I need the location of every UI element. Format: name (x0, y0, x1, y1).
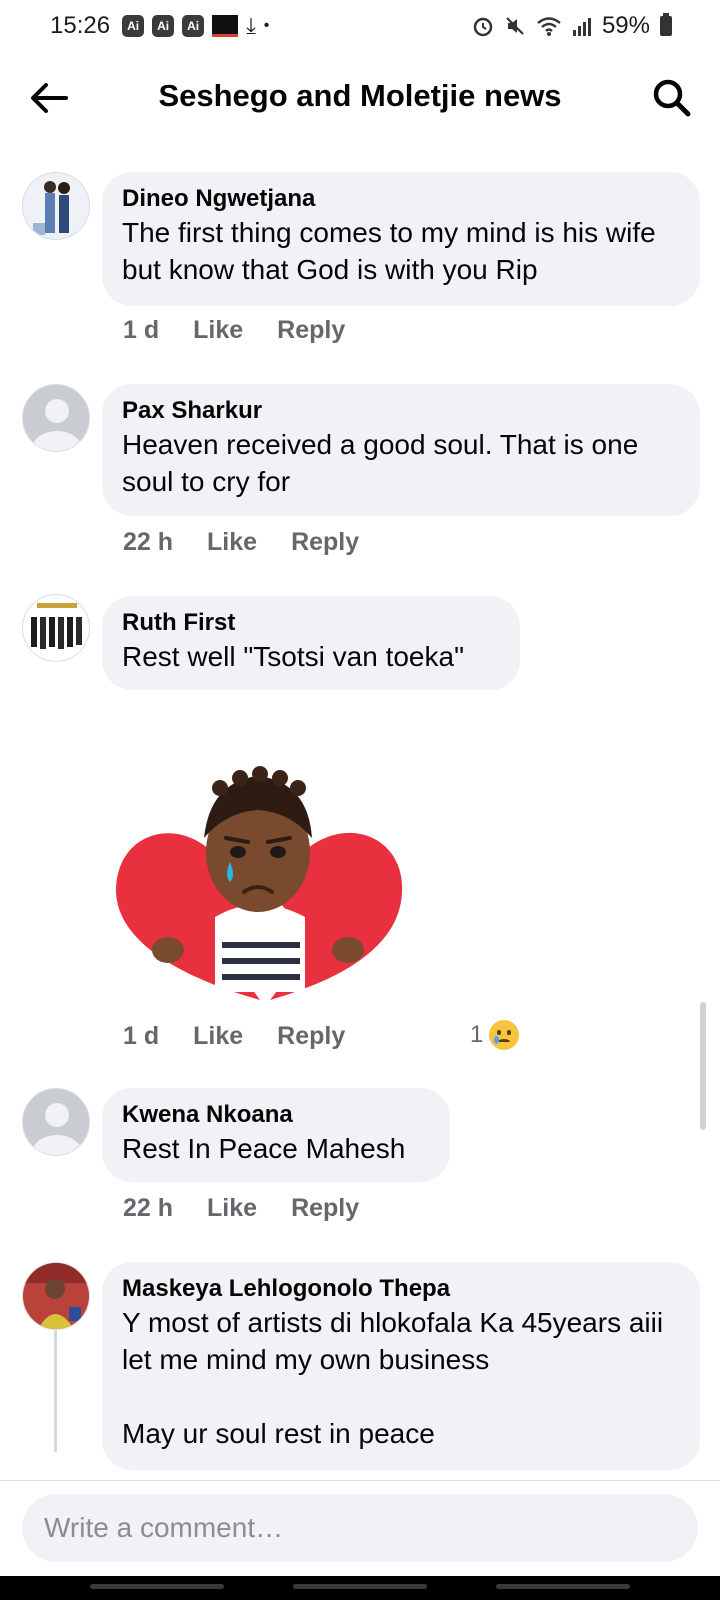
avatar[interactable] (22, 172, 90, 240)
comment-time: 22 h (123, 1194, 174, 1222)
avatar[interactable] (22, 384, 90, 452)
default-avatar-icon (23, 385, 89, 451)
search-icon (653, 79, 691, 117)
ai-app-icon: Ai (152, 15, 175, 37)
comment-bubble[interactable]: Maskeya Lehlogonolo Thepa Y most of arti… (102, 1262, 700, 1470)
comment-actions: 1 d Like Reply (123, 1022, 345, 1051)
comment-text: Y most of artists di hlokofala Ka 45year… (122, 1307, 664, 1449)
search-button[interactable] (650, 76, 694, 120)
comment-time: 22 h (123, 528, 174, 556)
scrollbar[interactable] (700, 1002, 706, 1130)
ai-app-icon: Ai (122, 15, 145, 37)
ai-app-icon: Ai (182, 15, 205, 37)
like-button[interactable]: Like (193, 1022, 243, 1051)
default-avatar-icon (23, 1089, 89, 1155)
signal-icon (572, 18, 591, 36)
nav-recent[interactable] (90, 1584, 224, 1589)
like-button[interactable]: Like (193, 316, 243, 345)
nav-back[interactable] (496, 1584, 630, 1589)
comment-text: The first thing comes to my mind is his … (122, 217, 664, 285)
composer-divider (0, 1480, 720, 1481)
header: Seshego and Moletjie news (0, 62, 720, 134)
reply-button[interactable]: Reply (277, 1022, 345, 1051)
reaction-count: 1 (470, 1021, 484, 1048)
comment-bubble[interactable]: Pax Sharkur Heaven received a good soul.… (102, 384, 700, 516)
status-left: 15:26 Ai Ai Ai ⤓ • (50, 12, 269, 40)
notification-dot-icon: • (263, 17, 270, 34)
comment-actions: 22 h Like Reply (123, 528, 359, 557)
like-button[interactable]: Like (207, 528, 257, 557)
wifi-icon (537, 17, 561, 36)
battery-icon (660, 13, 672, 36)
status-time: 15:26 (50, 12, 111, 39)
avatar[interactable] (22, 1262, 90, 1330)
nav-home[interactable] (293, 1584, 427, 1589)
avatar[interactable] (22, 1088, 90, 1156)
comment-time: 1 d (123, 316, 160, 344)
comment-text: Heaven received a good soul. That is one… (122, 429, 647, 497)
broken-heart-sticker[interactable] (110, 742, 410, 1002)
download-icon: ⤓ (246, 13, 256, 38)
sad-mouth (498, 1039, 511, 1045)
battery-percent: 59% (601, 12, 650, 39)
avatar-photo (23, 595, 89, 661)
avatar-photo (23, 173, 89, 239)
comment-time: 1 d (123, 1022, 160, 1050)
comment-actions: 1 d Like Reply (123, 316, 345, 345)
comment-author[interactable]: Dineo Ngwetjana (122, 184, 680, 214)
comment-author[interactable]: Maskeya Lehlogonolo Thepa (122, 1274, 680, 1304)
comment-author[interactable]: Ruth First (122, 608, 500, 638)
status-right: 59% (472, 12, 672, 40)
comment-bubble[interactable]: Ruth First Rest well "Tsotsi van toeka" (102, 596, 520, 690)
news-app-icon (212, 15, 239, 37)
page-title: Seshego and Moletjie news (158, 78, 562, 113)
comment-bubble[interactable]: Kwena Nkoana Rest In Peace Mahesh (102, 1088, 450, 1182)
comment-input[interactable] (22, 1494, 698, 1562)
comment-bubble[interactable]: Dineo Ngwetjana The first thing comes to… (102, 172, 700, 306)
reply-button[interactable]: Reply (291, 1194, 359, 1223)
comment-text: Rest well "Tsotsi van toeka" (122, 641, 465, 672)
sad-face-icon (489, 1020, 520, 1050)
reaction-summary[interactable]: 1 (470, 1020, 520, 1050)
comment-author[interactable]: Pax Sharkur (122, 396, 680, 426)
comment-text: Rest In Peace Mahesh (122, 1133, 406, 1164)
avatar-photo (23, 1263, 89, 1329)
mute-icon (506, 17, 524, 35)
avatar[interactable] (22, 594, 90, 662)
system-nav-bar (0, 1576, 720, 1600)
comment-author[interactable]: Kwena Nkoana (122, 1100, 430, 1130)
comment-actions: 22 h Like Reply (123, 1194, 359, 1223)
like-button[interactable]: Like (207, 1194, 257, 1223)
alarm-icon (473, 17, 493, 37)
reply-button[interactable]: Reply (291, 528, 359, 557)
status-bar: 15:26 Ai Ai Ai ⤓ • 59% (0, 0, 720, 52)
reply-button[interactable]: Reply (277, 316, 345, 345)
